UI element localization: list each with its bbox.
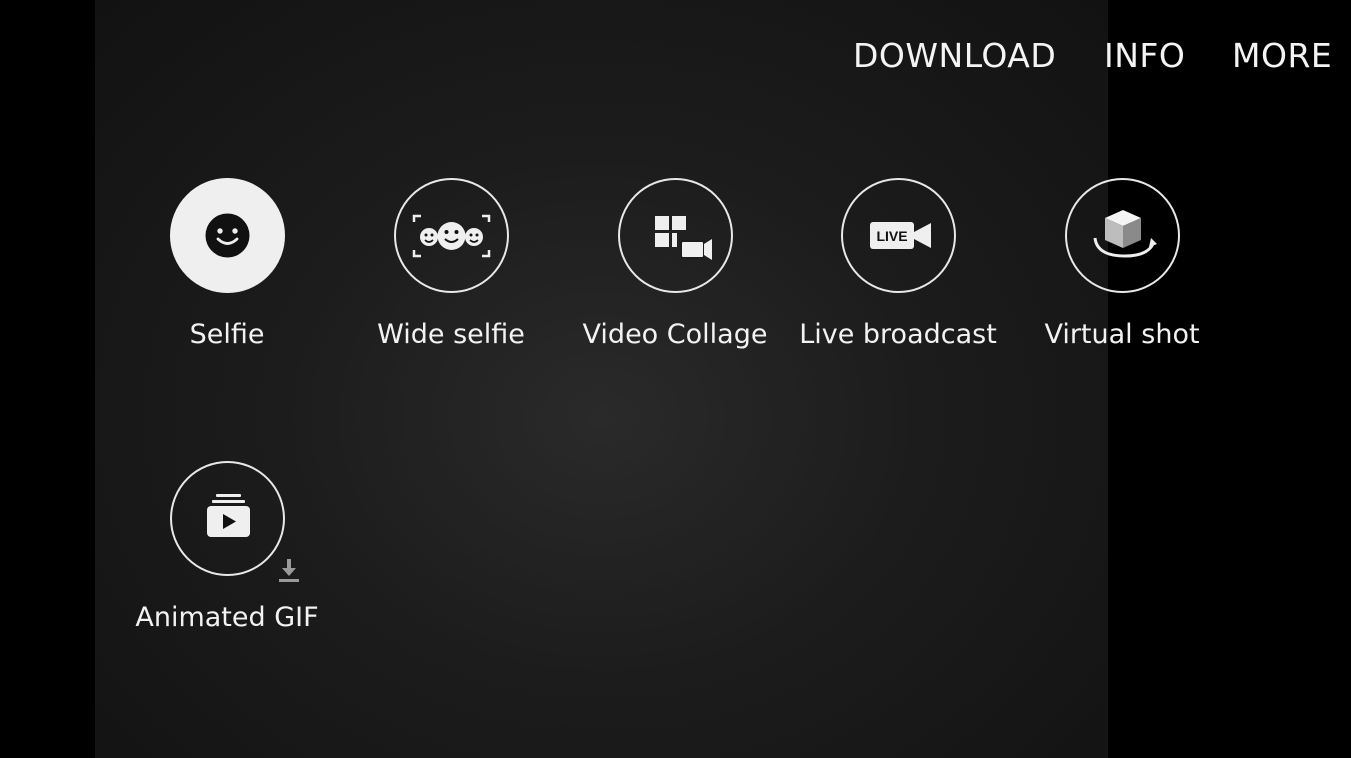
mode-video-collage-circle	[618, 178, 733, 293]
mode-live-broadcast-circle: LIVE	[841, 178, 956, 293]
mode-wide-selfie-circle	[394, 178, 509, 293]
live-camera-icon: LIVE	[870, 222, 931, 249]
live-badge-text: LIVE	[876, 228, 907, 244]
mode-label: Wide selfie	[377, 319, 525, 350]
mode-selfie-circle	[170, 178, 285, 293]
camera-viewfinder	[95, 0, 1108, 758]
mode-label: Selfie	[189, 319, 265, 350]
more-button[interactable]: MORE	[1232, 36, 1332, 75]
mode-virtual-shot-circle	[1065, 178, 1180, 293]
mode-label: Virtual shot	[1044, 319, 1200, 350]
mode-animated-gif-circle	[170, 461, 285, 576]
download-arrow-icon	[279, 559, 299, 582]
stacked-play-icon	[207, 494, 250, 537]
mode-label: Video Collage	[582, 319, 768, 350]
mode-label: Animated GIF	[135, 602, 319, 633]
info-button[interactable]: INFO	[1104, 36, 1185, 75]
smiley-face-icon	[205, 213, 250, 258]
video-collage-icon	[655, 216, 712, 260]
top-action-bar: DOWNLOAD INFO MORE	[0, 36, 1351, 82]
download-button[interactable]: DOWNLOAD	[853, 36, 1056, 75]
wide-selfie-faces-icon	[412, 214, 491, 258]
mode-label: Live broadcast	[799, 319, 997, 350]
rotating-cube-icon	[1093, 210, 1157, 258]
